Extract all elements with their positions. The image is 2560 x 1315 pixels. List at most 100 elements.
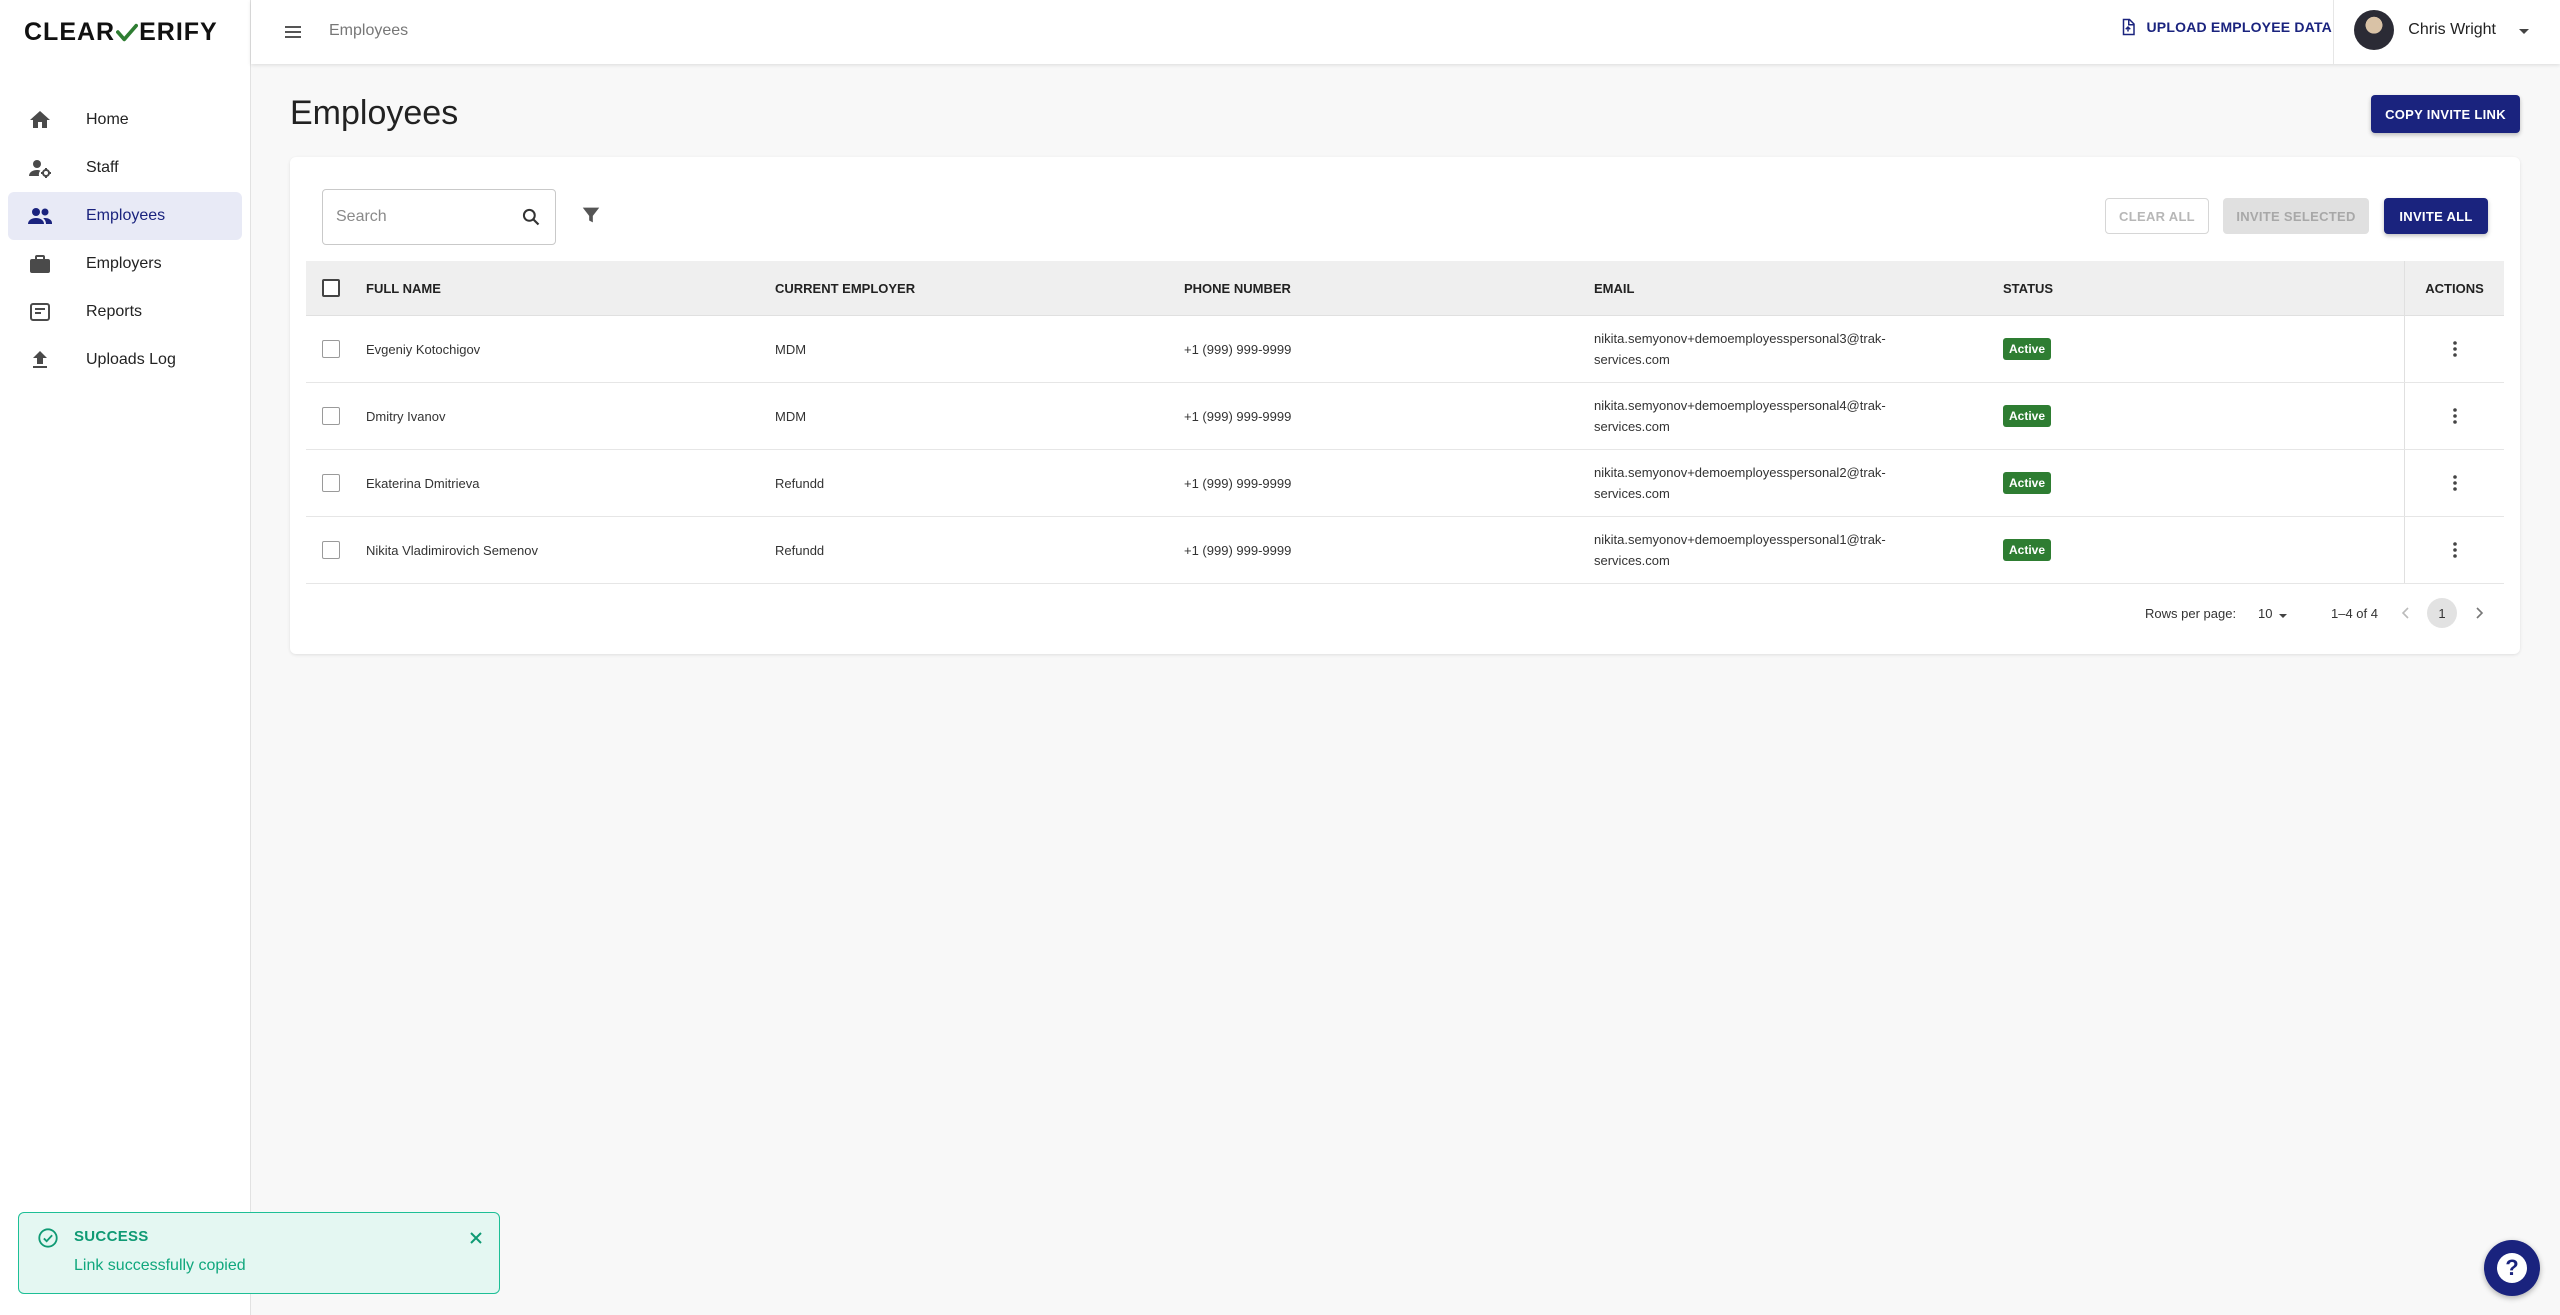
row-checkbox-cell [322,517,342,583]
table-row: Evgeniy Kotochigov MDM +1 (999) 999-9999… [306,316,2504,383]
full-name-cell: Evgeniy Kotochigov [366,341,481,357]
email-cell: nikita.semyonov+demoemployesspersonal4@t… [1594,383,1934,449]
row-checkbox[interactable] [322,474,340,492]
employees-card: CLEAR ALL INVITE SELECTED INVITE ALL FUL… [290,157,2520,654]
phone-cell: +1 (999) 999-9999 [1184,341,1292,357]
hamburger-menu-icon[interactable] [281,20,305,44]
toast-message: Link successfully copied [74,1257,246,1274]
search-box [322,189,556,245]
sidebar-item-employees[interactable]: Employees [8,192,242,240]
logo-text-right: ERIFY [139,18,218,46]
employer-cell: MDM [775,408,807,424]
rows-per-page-select[interactable]: 10 [2258,606,2288,621]
logo[interactable]: CLEAR ERIFY [24,18,218,47]
table-row: Dmitry Ivanov MDM +1 (999) 999-9999 niki… [306,383,2504,450]
breadcrumb: Employees [329,22,409,39]
email-line-2: services.com [1594,486,1670,501]
chevron-right-icon[interactable] [2469,603,2489,623]
phone-cell: +1 (999) 999-9999 [1184,475,1292,491]
employer-cell: MDM [775,341,807,357]
row-checkbox[interactable] [322,541,340,559]
sidebar-item-reports[interactable]: Reports [8,288,242,336]
rows-per-page-label: Rows per page: [2145,606,2237,621]
check-circle-icon [37,1227,59,1249]
staff-settings-icon [26,154,54,182]
upload-employee-data-button[interactable]: UPLOAD EMPLOYEE DATA [2119,18,2333,36]
upload-icon [26,346,54,374]
table-row: Nikita Vladimirovich Semenov Refundd +1 … [306,517,2504,584]
logo-text-left: CLEAR [24,18,116,46]
more-vert-icon[interactable] [2445,339,2465,359]
status-cell: Active [2003,517,2052,583]
email-line-1: nikita.semyonov+demoemployesspersonal3@t… [1594,331,1886,346]
sidebar-item-uploads-log[interactable]: Uploads Log [8,336,242,384]
avatar [2354,10,2395,50]
status-badge: Active [2003,338,2052,360]
column-header-actions: ACTIONS [2404,261,2504,315]
rows-per-page-value: 10 [2258,606,2273,621]
close-icon[interactable] [467,1229,485,1247]
status-cell: Active [2003,316,2052,382]
home-icon [26,106,54,134]
email-cell: nikita.semyonov+demoemployesspersonal3@t… [1594,316,1934,382]
email-cell: nikita.semyonov+demoemployesspersonal2@t… [1594,450,1934,516]
more-vert-icon[interactable] [2445,540,2465,560]
briefcase-icon [26,250,54,278]
actions-cell [2404,450,2504,516]
invite-selected-button[interactable]: INVITE SELECTED [2223,198,2369,234]
sidebar-item-label: Staff [86,159,119,176]
full-name-cell: Dmitry Ivanov [366,408,446,424]
chevron-left-icon[interactable] [2396,603,2416,623]
more-vert-icon[interactable] [2445,473,2465,493]
column-header-phone-number[interactable]: PHONE NUMBER [1184,261,1291,315]
row-checkbox-cell [322,450,342,516]
search-input[interactable] [323,190,508,244]
report-icon [26,298,54,326]
column-header-full-name[interactable]: FULL NAME [366,261,441,315]
top-bar: Employees UPLOAD EMPLOYEE DATA Chris Wri… [251,0,2560,64]
sidebar-item-employers[interactable]: Employers [8,240,242,288]
actions-cell [2404,316,2504,382]
question-mark-icon: ? [2497,1253,2527,1283]
chevron-down-icon [2278,609,2288,619]
success-toast: SUCCESS Link successfully copied [18,1212,500,1294]
column-header-current-employer[interactable]: CURRENT EMPLOYER [775,261,915,315]
sidebar-item-label: Home [86,111,129,128]
row-checkbox-cell [322,316,342,382]
page-button-current[interactable]: 1 [2427,598,2457,628]
toast-title: SUCCESS [74,1228,149,1245]
check-v-icon [116,22,139,44]
column-header-email[interactable]: EMAIL [1594,261,1934,315]
table-row: Ekaterina Dmitrieva Refundd +1 (999) 999… [306,450,2504,517]
employer-cell: Refundd [775,475,825,491]
sidebar-item-label: Reports [86,303,143,320]
user-name: Chris Wright [2408,21,2496,38]
email-line-2: services.com [1594,352,1670,367]
sidebar-item-home[interactable]: Home [8,96,242,144]
row-checkbox[interactable] [322,340,340,358]
select-all-checkbox[interactable] [322,279,340,297]
invite-all-button[interactable]: INVITE ALL [2384,198,2488,234]
help-button[interactable]: ? [2484,1240,2540,1296]
filter-icon[interactable] [580,204,602,226]
full-name-cell: Nikita Vladimirovich Semenov [366,542,538,558]
email-cell: nikita.semyonov+demoemployesspersonal1@t… [1594,517,1934,583]
sidebar-item-staff[interactable]: Staff [8,144,242,192]
pagination-range: 1–4 of 4 [2331,606,2378,621]
pagination: Rows per page: 10 1–4 of 4 1 [306,590,2504,638]
upload-employee-data-label: UPLOAD EMPLOYEE DATA [2146,19,2332,35]
column-header-status[interactable]: STATUS [2003,261,2053,315]
clear-all-button[interactable]: CLEAR ALL [2105,198,2209,234]
more-vert-icon[interactable] [2445,406,2465,426]
email-line-1: nikita.semyonov+demoemployesspersonal4@t… [1594,398,1886,413]
row-checkbox[interactable] [322,407,340,425]
user-menu[interactable]: Chris Wright [2354,10,2530,50]
actions-cell [2404,383,2504,449]
people-icon [26,202,54,230]
email-line-2: services.com [1594,419,1670,434]
copy-invite-link-button[interactable]: COPY INVITE LINK [2371,95,2520,133]
employees-table: FULL NAME CURRENT EMPLOYER PHONE NUMBER … [306,261,2504,584]
sidebar-item-label: Employees [86,207,166,224]
email-line-1: nikita.semyonov+demoemployesspersonal2@t… [1594,465,1886,480]
search-icon[interactable] [521,207,541,227]
